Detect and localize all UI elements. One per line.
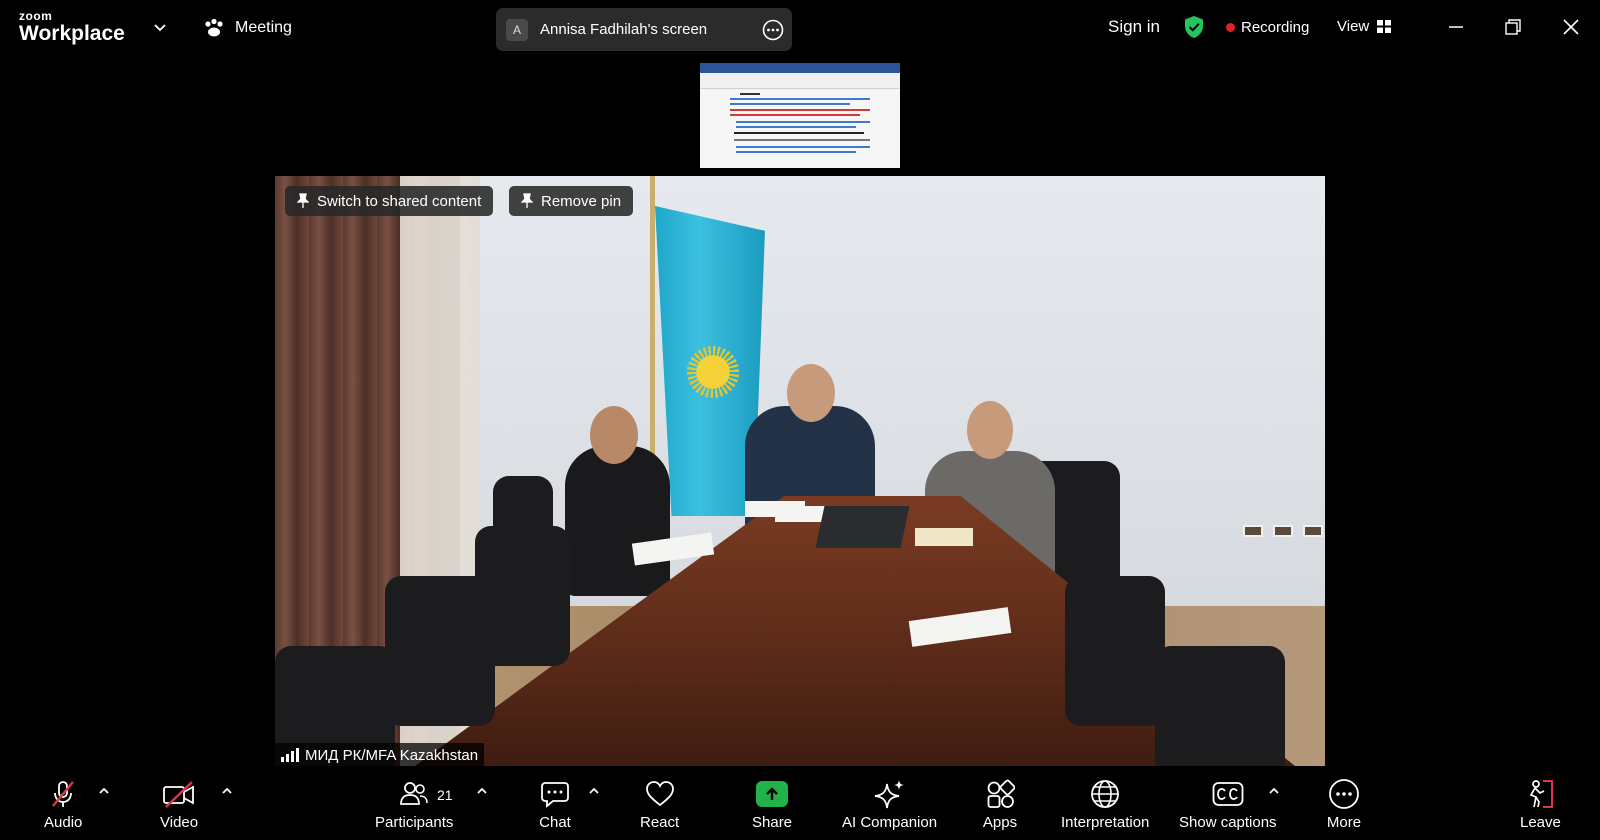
close-icon[interactable] — [1558, 14, 1584, 40]
cc-icon — [1212, 782, 1244, 806]
video-off-icon — [163, 781, 194, 808]
apps-label: Apps — [982, 814, 1018, 831]
meeting-label: Meeting — [235, 19, 292, 36]
chevron-up-icon[interactable] — [588, 786, 600, 796]
thumb-toolbar — [700, 73, 900, 89]
logo-workplace: Workplace — [19, 22, 125, 45]
chair — [1065, 576, 1165, 726]
chat-label: Chat — [539, 814, 571, 831]
more-label: More — [1326, 814, 1362, 831]
notebook — [915, 528, 973, 546]
interpretation-label: Interpretation — [1061, 814, 1150, 831]
switch-to-shared-content-button[interactable]: Switch to shared content — [285, 186, 494, 216]
pin-icon — [521, 193, 533, 208]
person-left — [565, 446, 670, 596]
recording-indicator[interactable]: Recording — [1226, 19, 1309, 36]
pinned-video[interactable] — [275, 176, 1325, 766]
ai-companion-label: AI Companion — [842, 814, 938, 831]
paw-icon — [205, 18, 223, 37]
chat-icon — [541, 782, 569, 808]
meeting-menu[interactable]: Meeting — [203, 18, 292, 38]
mic-off-icon — [52, 781, 75, 807]
chevron-up-icon[interactable] — [98, 786, 110, 796]
sharer-avatar: A — [506, 18, 528, 41]
remove-pin-button[interactable]: Remove pin — [509, 186, 634, 216]
wall-socket — [1303, 525, 1323, 537]
globe-icon — [1091, 780, 1120, 808]
meeting-toolbar: Audio Video Participants 21 Chat React S… — [0, 770, 1600, 840]
audio-button[interactable]: Audio — [44, 778, 82, 831]
chevron-up-icon[interactable] — [221, 786, 233, 796]
show-captions-label: Show captions — [1179, 814, 1277, 831]
leave-label: Leave — [1520, 814, 1561, 831]
remove-pin-label: Remove pin — [541, 192, 622, 210]
video-label: Video — [160, 814, 199, 831]
share-button[interactable]: Share — [752, 778, 792, 831]
minimize-icon[interactable] — [1443, 14, 1469, 40]
more-icon — [1329, 779, 1359, 809]
chair — [475, 526, 570, 666]
laptop — [815, 506, 910, 548]
shield-check-icon[interactable] — [1183, 15, 1205, 39]
restore-icon[interactable] — [1500, 14, 1526, 40]
participants-label: Participants — [375, 814, 454, 831]
view-label: View — [1337, 18, 1370, 35]
audio-label: Audio — [44, 814, 83, 831]
shared-content-thumbnail[interactable] — [700, 63, 900, 168]
person-left-head — [590, 406, 638, 464]
show-captions-button[interactable]: Show captions — [1179, 778, 1277, 831]
flag-sun — [687, 346, 739, 398]
video-button[interactable]: Video — [160, 778, 198, 831]
share-up-icon — [756, 781, 789, 807]
logo-zoom: zoom — [19, 9, 53, 23]
chevron-down-icon[interactable] — [153, 20, 167, 34]
chevron-up-icon[interactable] — [476, 786, 488, 796]
wall-socket — [1273, 525, 1293, 537]
person-center-head — [787, 364, 835, 422]
participants-button[interactable]: Participants — [375, 778, 453, 831]
ai-companion-button[interactable]: AI Companion — [842, 778, 937, 831]
signal-icon — [281, 748, 299, 762]
apps-icon — [987, 779, 1015, 808]
react-button[interactable]: React — [640, 778, 679, 831]
shared-screen-title: Annisa Fadhilah's screen — [540, 21, 708, 38]
view-menu[interactable]: View — [1337, 18, 1392, 35]
more-button[interactable]: More — [1326, 778, 1362, 831]
top-bar: zoom Workplace Meeting A Annisa Fadhilah… — [0, 0, 1600, 56]
chevron-up-icon[interactable] — [1268, 786, 1280, 796]
participant-name-tag: МИД РК/MFA Kazakhstan — [275, 743, 485, 767]
participant-name: МИД РК/MFA Kazakhstan — [305, 746, 479, 764]
sparkle-icon — [874, 780, 904, 809]
recording-dot — [1226, 23, 1235, 32]
zoom-logo: zoom Workplace — [19, 10, 125, 44]
sign-in-link[interactable]: Sign in — [1108, 17, 1160, 37]
participant-count: 21 — [437, 787, 453, 803]
thumb-ribbon — [700, 63, 900, 73]
grid-icon — [1377, 19, 1392, 33]
more-icon[interactable] — [762, 19, 784, 41]
shared-screen-pill[interactable]: A Annisa Fadhilah's screen — [496, 8, 792, 51]
switch-to-shared-label: Switch to shared content — [317, 192, 482, 210]
leave-icon — [1530, 780, 1554, 808]
share-label: Share — [752, 814, 793, 831]
wall-socket — [1243, 525, 1263, 537]
recording-label: Recording — [1241, 19, 1310, 36]
heart-icon — [645, 781, 674, 807]
person-right-head — [967, 401, 1013, 459]
participants-icon — [400, 782, 428, 805]
chair — [1155, 646, 1285, 766]
leave-button[interactable]: Leave — [1520, 778, 1561, 831]
react-label: React — [640, 814, 680, 831]
pin-icon — [297, 193, 309, 208]
interpretation-button[interactable]: Interpretation — [1061, 778, 1149, 831]
chat-button[interactable]: Chat — [537, 778, 573, 831]
apps-button[interactable]: Apps — [982, 778, 1018, 831]
